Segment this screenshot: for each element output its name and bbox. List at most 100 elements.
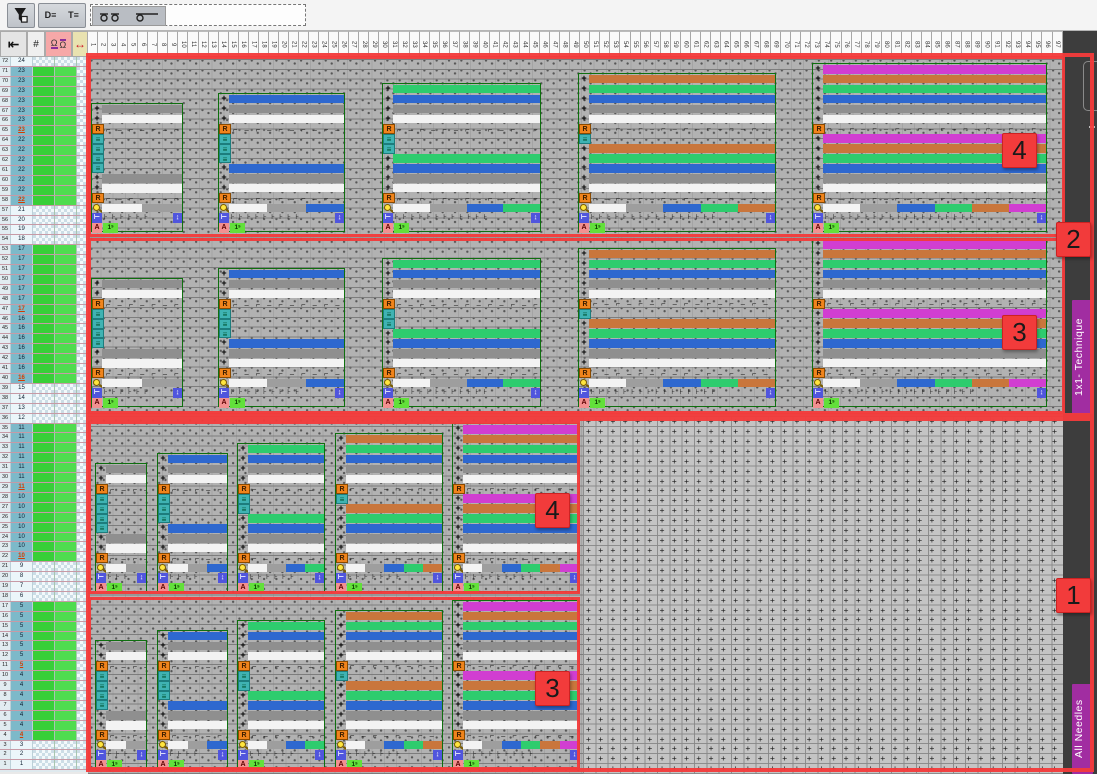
ruler-cell[interactable]: 82 xyxy=(902,31,912,57)
row-index-item[interactable]: 3011 xyxy=(0,473,88,483)
row-index-item[interactable]: 44 xyxy=(0,731,88,741)
ruler-cell[interactable]: 66 xyxy=(741,31,751,57)
row-index-item[interactable]: 186 xyxy=(0,592,88,602)
row-index-item[interactable]: 6623 xyxy=(0,116,88,126)
ruler-cell[interactable]: 78 xyxy=(862,31,872,57)
ruler-cell[interactable]: 62 xyxy=(701,31,711,57)
row-index-item[interactable]: 175 xyxy=(0,602,88,612)
row-index-item[interactable]: 115 xyxy=(0,661,88,671)
row-index-item[interactable]: 135 xyxy=(0,641,88,651)
ruler-cell[interactable]: 17 xyxy=(249,31,259,57)
row-index-item[interactable]: 4917 xyxy=(0,285,88,295)
ruler-cell[interactable]: 81 xyxy=(892,31,902,57)
row-index-item[interactable]: 2510 xyxy=(0,523,88,533)
ruler-cell[interactable]: 48 xyxy=(560,31,570,57)
row-index-item[interactable]: 5922 xyxy=(0,186,88,196)
ruler-cell[interactable]: 73 xyxy=(811,31,821,57)
ruler-cell[interactable]: 77 xyxy=(852,31,862,57)
ruler-cell[interactable]: 95 xyxy=(1032,31,1042,57)
double-hook-needles-button[interactable] xyxy=(98,10,124,23)
single-hook-needle-button[interactable] xyxy=(134,10,160,23)
row-index-item[interactable]: 7224 xyxy=(0,57,88,67)
pattern-module[interactable]: ++++R⌐ – ⌐ – ⌐ – ⌐ – ⌐ – ≡≡++++R⌐ – ⌐ – … xyxy=(237,620,325,769)
ruler-cell[interactable]: 91 xyxy=(992,31,1002,57)
row-index-item[interactable]: 6723 xyxy=(0,107,88,117)
pattern-module[interactable]: ++R⌐ – ⌐ – ≡≡≡≡++R⌐ – ⌐ – ⊢⊦⊦⊦↨A1ˢ xyxy=(95,463,147,592)
row-index-item[interactable]: 7023 xyxy=(0,77,88,87)
row-index-item[interactable]: 125 xyxy=(0,651,88,661)
row-index-item[interactable]: 4516 xyxy=(0,324,88,334)
ruler-cell[interactable]: 96 xyxy=(1042,31,1052,57)
pattern-module[interactable]: +++++R⌐ – ⌐ – ⌐ – ⌐ – ⌐ – ⌐ – ⌐ – ⌐ – ⌐ … xyxy=(578,73,776,232)
row-index-item[interactable]: 22 xyxy=(0,750,88,760)
ruler-cell[interactable]: 30 xyxy=(379,31,389,57)
pattern-module[interactable]: +++++R⌐ – ⌐ – ⌐ – ⌐ – ⌐ – ⌐ – ≡+++++R⌐ –… xyxy=(335,610,443,769)
row-index-item[interactable]: 6322 xyxy=(0,146,88,156)
ruler-cell[interactable]: 57 xyxy=(651,31,661,57)
ruler-cell[interactable]: 80 xyxy=(882,31,892,57)
row-index-item[interactable]: 4216 xyxy=(0,354,88,364)
row-index-item[interactable]: 3511 xyxy=(0,424,88,434)
ruler-cell[interactable]: 60 xyxy=(681,31,691,57)
ruler-cell[interactable]: 79 xyxy=(872,31,882,57)
row-index-item[interactable]: 5620 xyxy=(0,216,88,226)
row-index-item[interactable]: 33 xyxy=(0,741,88,751)
pattern-module[interactable]: ++R⌐ – ⌐ – ≡≡≡≡++R⌐ – ⌐ – ⊢⊦⊦⊦↨A1ˢ xyxy=(95,640,147,769)
row-index-item[interactable]: 4016 xyxy=(0,374,88,384)
ruler-cell[interactable]: 92 xyxy=(1002,31,1012,57)
row-index-item[interactable]: 5721 xyxy=(0,206,88,216)
pattern-module[interactable]: ++R⌐ – ⌐ – ⌐ – ⌐ – ⌐ – ≡≡≡≡++R⌐ – ⌐ – ⌐ … xyxy=(91,103,183,232)
ruler-cell[interactable]: 37 xyxy=(450,31,460,57)
ruler-cell[interactable]: 32 xyxy=(399,31,409,57)
ruler-cell[interactable]: 34 xyxy=(420,31,430,57)
ruler-cell[interactable]: 85 xyxy=(932,31,942,57)
ruler-cell[interactable]: 67 xyxy=(751,31,761,57)
row-index-item[interactable]: 6022 xyxy=(0,176,88,186)
ruler-cell[interactable]: 94 xyxy=(1022,31,1032,57)
ruler-cell[interactable]: 14 xyxy=(219,31,229,57)
ruler-cell[interactable]: 43 xyxy=(510,31,520,57)
row-index-item[interactable]: 64 xyxy=(0,711,88,721)
row-index-item[interactable]: 5418 xyxy=(0,235,88,245)
row-number-icon[interactable]: # xyxy=(27,31,45,57)
ruler-cell[interactable]: 97 xyxy=(1053,31,1063,57)
row-index-item[interactable]: 3411 xyxy=(0,433,88,443)
ruler-cell[interactable]: 25 xyxy=(329,31,339,57)
ruler-cell[interactable]: 70 xyxy=(781,31,791,57)
row-index-item[interactable]: 4717 xyxy=(0,305,88,315)
row-index-item[interactable]: 3814 xyxy=(0,394,88,404)
ruler-cell[interactable]: 12 xyxy=(199,31,209,57)
ruler-cell[interactable]: 10 xyxy=(178,31,188,57)
pattern-module[interactable]: +++++R⌐ – ⌐ – ⌐ – ⌐ – ⌐ – ⌐ – ⌐ – ⌐ – ⌐ … xyxy=(578,248,776,407)
ruler-cell[interactable]: 58 xyxy=(661,31,671,57)
row-index-item[interactable]: 165 xyxy=(0,612,88,622)
row-index-item[interactable]: 219 xyxy=(0,562,88,572)
ruler-cell[interactable]: 31 xyxy=(389,31,399,57)
row-index-item[interactable]: 4316 xyxy=(0,344,88,354)
row-index-item[interactable]: 94 xyxy=(0,681,88,691)
ruler-cell[interactable]: 88 xyxy=(962,31,972,57)
ruler-cell[interactable]: 44 xyxy=(520,31,530,57)
ruler-cell[interactable]: 65 xyxy=(731,31,741,57)
ruler-cell[interactable]: 56 xyxy=(641,31,651,57)
ruler-cell[interactable]: 55 xyxy=(631,31,641,57)
technique-view-button[interactable]: T≡ xyxy=(62,4,85,27)
ruler-cell[interactable]: 35 xyxy=(430,31,440,57)
row-index-item[interactable]: 74 xyxy=(0,701,88,711)
row-index-item[interactable]: 2310 xyxy=(0,542,88,552)
row-index-item[interactable]: 6422 xyxy=(0,136,88,146)
ruler-cell[interactable]: 22 xyxy=(299,31,309,57)
ruler-cell[interactable]: 84 xyxy=(922,31,932,57)
row-index-item[interactable]: 2810 xyxy=(0,493,88,503)
ruler-cell[interactable]: 64 xyxy=(721,31,731,57)
ruler-cell[interactable]: 63 xyxy=(711,31,721,57)
ruler-cell[interactable]: 7 xyxy=(148,31,158,57)
row-index-item[interactable]: 197 xyxy=(0,582,88,592)
row-index-item[interactable]: 6523 xyxy=(0,126,88,136)
section-label-chip[interactable]: 1x1- Technique xyxy=(1072,300,1093,414)
row-index-item[interactable]: 5117 xyxy=(0,265,88,275)
pattern-module[interactable]: +++R⌐ – ⌐ – ⌐ – ⌐ – ⌐ – ⌐ – ⌐ – ≡≡≡+++R⌐… xyxy=(218,93,345,232)
ruler-cell[interactable]: 18 xyxy=(259,31,269,57)
ruler-cell[interactable]: 4 xyxy=(118,31,128,57)
ruler-cell[interactable]: 16 xyxy=(239,31,249,57)
